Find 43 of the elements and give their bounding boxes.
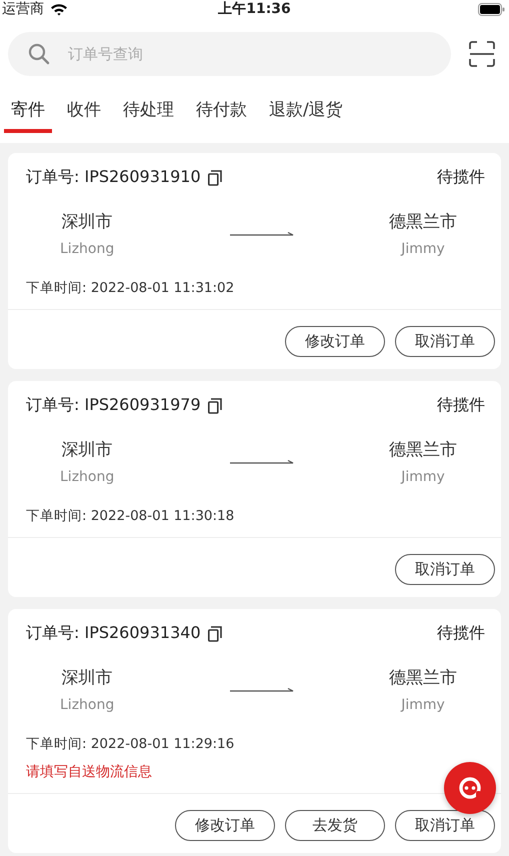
tab[interactable]: 待处理 <box>116 90 181 133</box>
tab[interactable]: 寄件 <box>4 90 52 133</box>
tab[interactable]: 退款/退货 <box>262 90 350 133</box>
destination-city: 德黑兰市 <box>389 211 457 233</box>
order-time: 下单时间: 2022-08-01 11:31:02 <box>26 279 236 298</box>
battery-icon <box>478 2 505 16</box>
status-time: 上午11:36 <box>218 0 291 18</box>
order-action-button[interactable]: 取消订单 <box>395 326 495 357</box>
order-status: 待揽件 <box>437 167 485 188</box>
copy-icon[interactable] <box>206 170 223 186</box>
notice-text: 请填写自送物流信息 <box>26 763 152 782</box>
order-status: 待揽件 <box>437 395 485 416</box>
order-number: 订单号: IPS260931340 <box>26 623 201 644</box>
sender-name: Lizhong <box>60 241 114 257</box>
origin-city: 深圳市 <box>62 667 113 689</box>
scan-icon[interactable] <box>469 41 495 67</box>
order-action-button[interactable]: 修改订单 <box>175 810 275 841</box>
sender-name: Lizhong <box>60 469 114 485</box>
order-status: 待揽件 <box>437 623 485 644</box>
order-number: 订单号: IPS260931910 <box>26 167 201 188</box>
recipient-name: Jimmy <box>401 697 445 713</box>
origin-city: 深圳市 <box>62 439 113 461</box>
tab[interactable]: 收件 <box>60 90 108 133</box>
destination-city: 德黑兰市 <box>389 667 457 689</box>
order-number: 订单号: IPS260931979 <box>26 395 201 416</box>
recipient-name: Jimmy <box>401 241 445 257</box>
order-action-button[interactable]: 修改订单 <box>285 326 385 357</box>
destination-city: 德黑兰市 <box>389 439 457 461</box>
recipient-name: Jimmy <box>401 469 445 485</box>
order-time: 下单时间: 2022-08-01 11:29:16 <box>26 735 236 754</box>
order-action-button[interactable]: 去发货 <box>285 810 385 841</box>
order-time: 下单时间: 2022-08-01 11:30:18 <box>26 507 236 526</box>
order-action-button[interactable]: 取消订单 <box>395 554 495 585</box>
search-field[interactable]: 订单号查询 <box>8 32 451 76</box>
sender-name: Lizhong <box>60 697 114 713</box>
wifi-icon <box>50 2 68 16</box>
copy-icon[interactable] <box>206 626 223 642</box>
search-icon <box>28 43 50 65</box>
order-action-button[interactable]: 取消订单 <box>395 810 495 841</box>
origin-city: 深圳市 <box>62 211 113 233</box>
carrier-label: 运营商 <box>2 0 44 18</box>
tab[interactable]: 待付款 <box>189 90 254 133</box>
copy-icon[interactable] <box>206 398 223 414</box>
